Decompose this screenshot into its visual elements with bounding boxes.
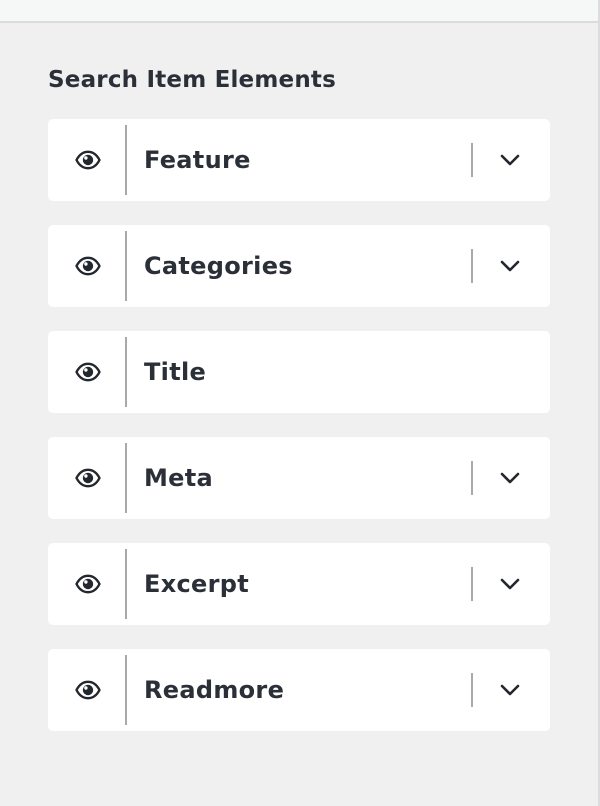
element-row-readmore: Readmore (48, 649, 550, 731)
row-divider (125, 125, 127, 195)
element-row-meta: Meta (48, 437, 550, 519)
eye-icon (75, 468, 101, 488)
settings-divider (471, 461, 473, 495)
expand-settings-button[interactable] (494, 141, 526, 179)
chevron-down-icon (500, 684, 520, 696)
row-divider (125, 337, 127, 407)
section-title: Search Item Elements (48, 67, 336, 93)
element-label: Categories (144, 252, 293, 280)
eye-icon (75, 256, 101, 276)
eye-icon (75, 574, 101, 594)
chevron-down-icon (500, 154, 520, 166)
element-label: Feature (144, 146, 251, 174)
element-label: Readmore (144, 676, 285, 704)
element-row-title: Title (48, 331, 550, 413)
visibility-toggle-button[interactable] (68, 565, 108, 603)
element-row-feature: Feature (48, 119, 550, 201)
row-divider (125, 443, 127, 513)
expand-settings-button[interactable] (494, 671, 526, 709)
expand-settings-button[interactable] (494, 565, 526, 603)
eye-icon (75, 150, 101, 170)
element-label: Title (144, 358, 207, 386)
expand-settings-button[interactable] (494, 459, 526, 497)
settings-divider (471, 249, 473, 283)
chevron-down-icon (500, 260, 520, 272)
elements-list: Feature Categories Title Meta Excerpt Re… (48, 119, 550, 755)
element-label: Meta (144, 464, 214, 492)
settings-divider (471, 567, 473, 601)
visibility-toggle-button[interactable] (68, 247, 108, 285)
chevron-down-icon (500, 578, 520, 590)
element-row-excerpt: Excerpt (48, 543, 550, 625)
visibility-toggle-button[interactable] (68, 671, 108, 709)
row-divider (125, 655, 127, 725)
row-divider (125, 549, 127, 619)
visibility-toggle-button[interactable] (68, 141, 108, 179)
eye-icon (75, 680, 101, 700)
top-strip (0, 0, 598, 23)
chevron-down-icon (500, 472, 520, 484)
eye-icon (75, 362, 101, 382)
settings-divider (471, 673, 473, 707)
expand-settings-button[interactable] (494, 247, 526, 285)
element-row-categories: Categories (48, 225, 550, 307)
settings-divider (471, 143, 473, 177)
visibility-toggle-button[interactable] (68, 459, 108, 497)
row-divider (125, 231, 127, 301)
visibility-toggle-button[interactable] (68, 353, 108, 391)
element-label: Excerpt (144, 570, 249, 598)
